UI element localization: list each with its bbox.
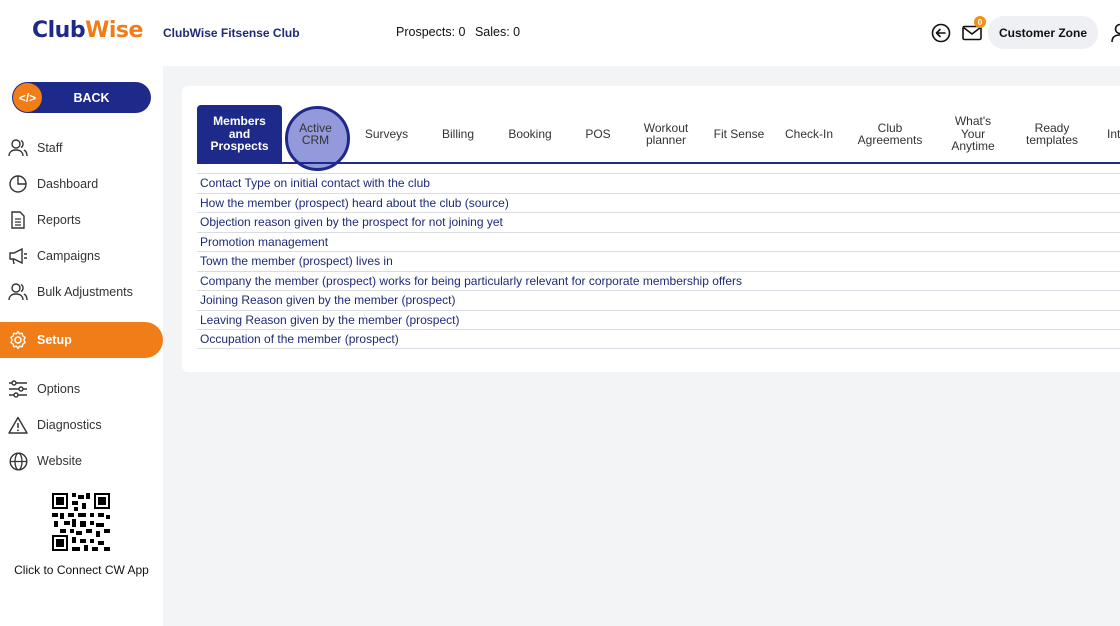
back-button[interactable]: </> BACK	[12, 82, 151, 113]
sidebar-item-options[interactable]: Options	[0, 371, 163, 407]
tab-ready-templates[interactable]: Ready templates	[1018, 105, 1086, 163]
logo-wise-text: Wise	[85, 18, 143, 43]
tab-label: Members and Prospects	[210, 114, 269, 154]
qr-caption[interactable]: Click to Connect CW App	[10, 563, 153, 577]
tab-label: POS	[585, 126, 611, 141]
sidebar-item-website[interactable]: Website	[0, 443, 163, 479]
tab-label: Club Agreements	[857, 120, 923, 147]
sidebar-item-label: Bulk Adjustments	[37, 285, 133, 299]
mail-count-badge: 0	[974, 16, 986, 28]
tab-label: Int	[1107, 126, 1120, 141]
megaphone-icon	[8, 246, 28, 266]
reports-icon	[8, 210, 28, 230]
back-button-label: BACK	[73, 90, 110, 105]
list-item[interactable]: Promotion management	[197, 231, 1120, 252]
sidebar-item-dashboard[interactable]: Dashboard	[0, 166, 163, 202]
tab-label: Fit Sense	[713, 126, 765, 141]
tab-fit-sense[interactable]: Fit Sense	[706, 105, 772, 163]
tab-surveys[interactable]: Surveys	[354, 105, 419, 163]
tab-label: Booking	[508, 126, 552, 141]
tab-active-crm[interactable]: Active CRM	[288, 105, 343, 163]
list-item[interactable]: Leaving Reason given by the member (pros…	[197, 309, 1120, 330]
qr-code-icon[interactable]	[52, 493, 110, 551]
sliders-icon	[8, 379, 28, 399]
list-item[interactable]: Occupation of the member (prospect)	[197, 329, 1120, 349]
warning-icon	[8, 415, 28, 435]
tab-underline	[197, 162, 1120, 164]
tab-booking[interactable]: Booking	[497, 105, 563, 163]
sidebar-item-label: Dashboard	[37, 177, 99, 191]
sidebar-item-label: Options	[37, 382, 81, 396]
tab-label: What's Your Anytime	[951, 114, 995, 154]
list-item[interactable]: Contact Type on initial contact with the…	[197, 173, 1120, 193]
list-item[interactable]: Company the member (prospect) works for …	[197, 270, 1120, 291]
sidebar-item-label: Campaigns	[37, 249, 101, 263]
prospects-count: Prospects: 0	[396, 25, 466, 39]
sidebar-item-campaigns[interactable]: Campaigns	[0, 238, 163, 274]
sidebar-item-staff[interactable]: Staff	[0, 130, 163, 166]
tab-members-and-prospects[interactable]: Members and Prospects	[197, 105, 282, 163]
dashboard-icon	[8, 174, 28, 194]
tab-billing[interactable]: Billing	[427, 105, 489, 163]
list-item[interactable]: Town the member (prospect) lives in	[197, 251, 1120, 271]
sidebar-item-label: Diagnostics	[37, 418, 102, 432]
tab-int[interactable]: Int	[1098, 105, 1120, 163]
tab-workout-planner[interactable]: Workout planner	[634, 105, 698, 163]
tab-label: Active CRM	[299, 120, 332, 147]
sidebar-item-label: Website	[37, 454, 82, 468]
code-icon: </>	[13, 83, 42, 112]
top-header: ClubWise ClubWise Fitsense Club Prospect…	[0, 0, 1120, 66]
setup-list: Contact Type on initial contact with the…	[197, 173, 1120, 349]
sales-count: Sales: 0	[474, 25, 521, 39]
header-stats: Prospects: 0 Sales: 0	[396, 25, 526, 39]
sidebar-item-label: Staff	[37, 141, 63, 155]
sidebar-item-reports[interactable]: Reports	[0, 202, 163, 238]
tab-whats-your-anytime[interactable]: What's Your Anytime	[939, 105, 1007, 163]
tab-club-agreements[interactable]: Club Agreements	[852, 105, 928, 163]
list-item[interactable]: How the member (prospect) heard about th…	[197, 192, 1120, 213]
list-item[interactable]: Joining Reason given by the member (pros…	[197, 290, 1120, 310]
tab-pos[interactable]: POS	[572, 105, 624, 163]
list-item[interactable]: Objection reason given by the prospect f…	[197, 212, 1120, 232]
tab-label: Billing	[441, 126, 474, 141]
sidebar-item-setup[interactable]: Setup	[0, 322, 163, 358]
gear-icon	[8, 330, 28, 350]
sidebar-item-label: Reports	[37, 213, 81, 227]
staff-icon	[8, 138, 28, 158]
setup-panel: Members and Prospects Active CRM Surveys…	[182, 86, 1120, 372]
sidebar-item-label: Setup	[37, 333, 72, 347]
users-icon	[8, 282, 28, 302]
globe-icon	[8, 451, 28, 471]
sidebar: </> BACK Staff Dashboard Reports Campaig…	[0, 66, 163, 626]
tab-label: Surveys	[364, 126, 409, 141]
customer-zone-button[interactable]: Customer Zone	[988, 16, 1098, 49]
sidebar-item-bulk-adjustments[interactable]: Bulk Adjustments	[0, 274, 163, 310]
user-icon[interactable]	[1106, 22, 1120, 44]
tab-label: Workout planner	[643, 120, 689, 147]
logo-club-text: Club	[32, 18, 86, 43]
tab-check-in[interactable]: Check-In	[777, 105, 841, 163]
clubwise-logo[interactable]: ClubWise	[32, 18, 143, 43]
tab-label: Ready templates	[1025, 120, 1079, 147]
sidebar-item-diagnostics[interactable]: Diagnostics	[0, 407, 163, 443]
tab-label: Check-In	[784, 126, 834, 141]
club-name: ClubWise Fitsense Club	[163, 26, 300, 40]
back-arrow-icon[interactable]	[930, 22, 952, 44]
